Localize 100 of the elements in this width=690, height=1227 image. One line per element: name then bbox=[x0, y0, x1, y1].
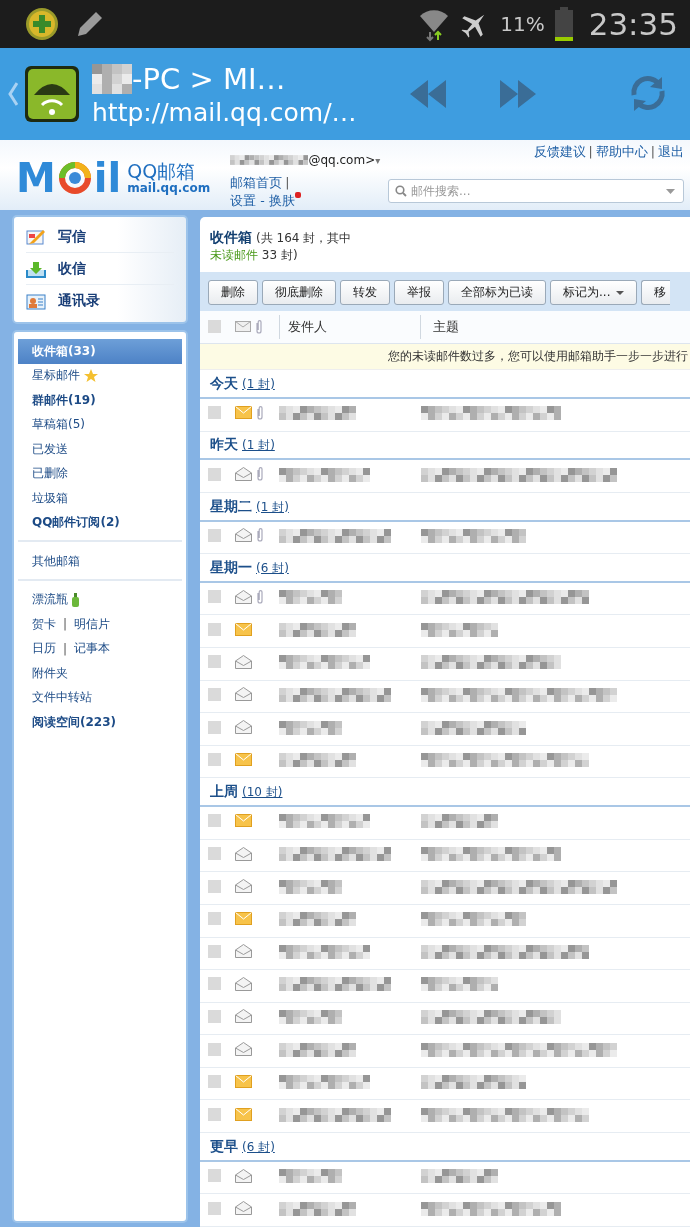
folder-link[interactable]: 贺卡 bbox=[32, 615, 56, 633]
app-icon[interactable] bbox=[24, 65, 80, 123]
group-count-link[interactable]: (10 封) bbox=[242, 784, 283, 802]
logo-name: QQ邮箱 bbox=[127, 160, 197, 182]
group-count-link[interactable]: (1 封) bbox=[256, 498, 289, 516]
folder-item[interactable]: 已发送 bbox=[18, 437, 182, 462]
battery-icon bbox=[554, 7, 573, 41]
row-checkbox[interactable] bbox=[208, 879, 221, 893]
date-group-label: 星期二 bbox=[210, 497, 252, 516]
logo-ring-icon bbox=[57, 161, 92, 195]
row-checkbox[interactable] bbox=[208, 753, 221, 767]
pixelated-text-drawing bbox=[279, 1010, 342, 1024]
settings-link[interactable]: 设置 - 换肤 bbox=[230, 192, 295, 210]
link-separator: | bbox=[63, 641, 68, 656]
header-link[interactable]: 帮助中心 bbox=[595, 144, 648, 161]
column-header-label[interactable]: 主题 bbox=[421, 317, 459, 336]
mailbox-summary: (共 164 封，其中 bbox=[256, 230, 352, 247]
dropdown-caret-icon[interactable] bbox=[666, 189, 675, 194]
star-icon bbox=[84, 369, 98, 383]
row-checkbox[interactable] bbox=[208, 406, 221, 420]
paperclip-icon bbox=[253, 319, 262, 334]
sidebar-action-link[interactable]: 收信 bbox=[58, 259, 86, 278]
folder-item[interactable]: 星标邮件 bbox=[32, 367, 80, 385]
logo-letters: il bbox=[93, 158, 122, 198]
unread-notice: 您的未读邮件数过多，您可以使用邮箱助手一步一步进行 bbox=[200, 343, 690, 371]
caret-icon[interactable]: ▾ bbox=[375, 154, 381, 166]
toolbar-button[interactable]: 转发 bbox=[340, 280, 390, 305]
battery-percentage: 11% bbox=[500, 12, 545, 36]
unread-summary: 未读邮件 33 封) bbox=[210, 247, 299, 264]
row-checkbox[interactable] bbox=[208, 622, 221, 636]
group-count-link[interactable]: (6 封) bbox=[256, 559, 289, 577]
toolbar-button[interactable]: 彻底删除 bbox=[262, 280, 336, 305]
link-separator: | bbox=[285, 174, 290, 192]
date-group-label: 星期一 bbox=[210, 558, 252, 577]
row-checkbox[interactable] bbox=[208, 1010, 221, 1023]
folder-item[interactable]: 已删除 bbox=[18, 461, 182, 486]
toolbar-button[interactable]: 移 bbox=[641, 280, 671, 305]
home-link[interactable]: 邮箱首页 bbox=[230, 174, 283, 192]
folder-link[interactable]: 明信片 bbox=[74, 615, 111, 633]
mailbox-title: 收件箱 bbox=[210, 229, 252, 246]
date-group-label: 上周 bbox=[210, 783, 238, 802]
date-group-label: 昨天 bbox=[210, 436, 238, 455]
folder-item[interactable]: 文件中转站 bbox=[18, 685, 182, 710]
row-checkbox[interactable] bbox=[208, 1169, 221, 1183]
pixelated-text-drawing bbox=[279, 1169, 342, 1184]
link-separator: | bbox=[63, 617, 68, 632]
row-checkbox[interactable] bbox=[208, 977, 221, 991]
folder-link[interactable]: 日历 bbox=[32, 640, 56, 658]
pixelated-text-drawing bbox=[279, 720, 342, 735]
pixelated-text-drawing bbox=[92, 63, 132, 94]
row-checkbox[interactable] bbox=[208, 847, 221, 860]
folder-link[interactable]: 记事本 bbox=[74, 640, 111, 658]
link-separator: | bbox=[650, 144, 655, 161]
toolbar-button[interactable]: 删除 bbox=[208, 280, 258, 305]
row-checkbox[interactable] bbox=[208, 655, 221, 669]
row-checkbox[interactable] bbox=[208, 687, 221, 701]
group-count-link[interactable]: (1 封) bbox=[242, 437, 275, 455]
row-checkbox[interactable] bbox=[208, 720, 221, 734]
row-checkbox[interactable] bbox=[208, 590, 221, 604]
page-url: http://mail.qq.com/… bbox=[92, 97, 358, 127]
sidebar-action-link[interactable]: 写信 bbox=[58, 227, 86, 246]
folder-item[interactable]: 漂流瓶 bbox=[32, 591, 68, 609]
header-link[interactable]: 退出 bbox=[658, 144, 684, 161]
folder-item[interactable]: 垃圾箱 bbox=[18, 486, 182, 511]
column-header-label[interactable]: 发件人 bbox=[280, 317, 420, 336]
folder-item[interactable]: 阅读空间(223) bbox=[18, 710, 182, 735]
search-icon bbox=[395, 185, 407, 197]
page-title: -PC > MI… bbox=[132, 61, 286, 96]
pixelated-text-drawing bbox=[279, 879, 342, 894]
group-count-link[interactable]: (1 封) bbox=[242, 375, 275, 393]
header-link[interactable]: 反馈建议 bbox=[533, 144, 586, 161]
select-all-checkbox[interactable] bbox=[208, 320, 221, 334]
inbox-download-icon bbox=[26, 259, 46, 278]
toolbar-button[interactable]: 全部标为已读 bbox=[448, 280, 546, 305]
date-group-label: 更早 bbox=[210, 1137, 238, 1156]
row-checkbox[interactable] bbox=[208, 467, 221, 481]
logo-letter: M bbox=[16, 158, 56, 198]
row-checkbox[interactable] bbox=[208, 1201, 221, 1215]
compose-icon bbox=[26, 227, 46, 246]
folder-item[interactable]: 其他邮箱 bbox=[18, 549, 182, 574]
row-checkbox[interactable] bbox=[208, 912, 221, 926]
row-checkbox[interactable] bbox=[208, 1075, 221, 1089]
account-email: @qq.com> bbox=[308, 153, 376, 167]
folder-item[interactable]: 附件夹 bbox=[18, 661, 182, 686]
sidebar-action-link[interactable]: 通讯录 bbox=[58, 291, 100, 310]
row-checkbox[interactable] bbox=[208, 944, 221, 958]
row-checkbox[interactable] bbox=[208, 1107, 221, 1121]
toolbar-button[interactable]: 举报 bbox=[394, 280, 444, 305]
back-chevron-icon[interactable] bbox=[8, 82, 18, 106]
row-checkbox[interactable] bbox=[208, 528, 221, 542]
folder-item[interactable]: QQ邮件订阅(2) bbox=[18, 510, 182, 535]
folder-item[interactable]: 群邮件(19) bbox=[18, 388, 182, 413]
folder-item[interactable]: 草稿箱(5) bbox=[18, 412, 182, 437]
row-checkbox[interactable] bbox=[208, 814, 221, 828]
group-count-link[interactable]: (6 封) bbox=[242, 1138, 275, 1156]
row-checkbox[interactable] bbox=[208, 1042, 221, 1056]
clock-time: 23:35 bbox=[588, 6, 678, 42]
toolbar-button[interactable]: 标记为... bbox=[550, 280, 638, 305]
search-field[interactable]: 邮件搜索... bbox=[388, 179, 684, 203]
pixelated-text-drawing bbox=[279, 590, 342, 605]
